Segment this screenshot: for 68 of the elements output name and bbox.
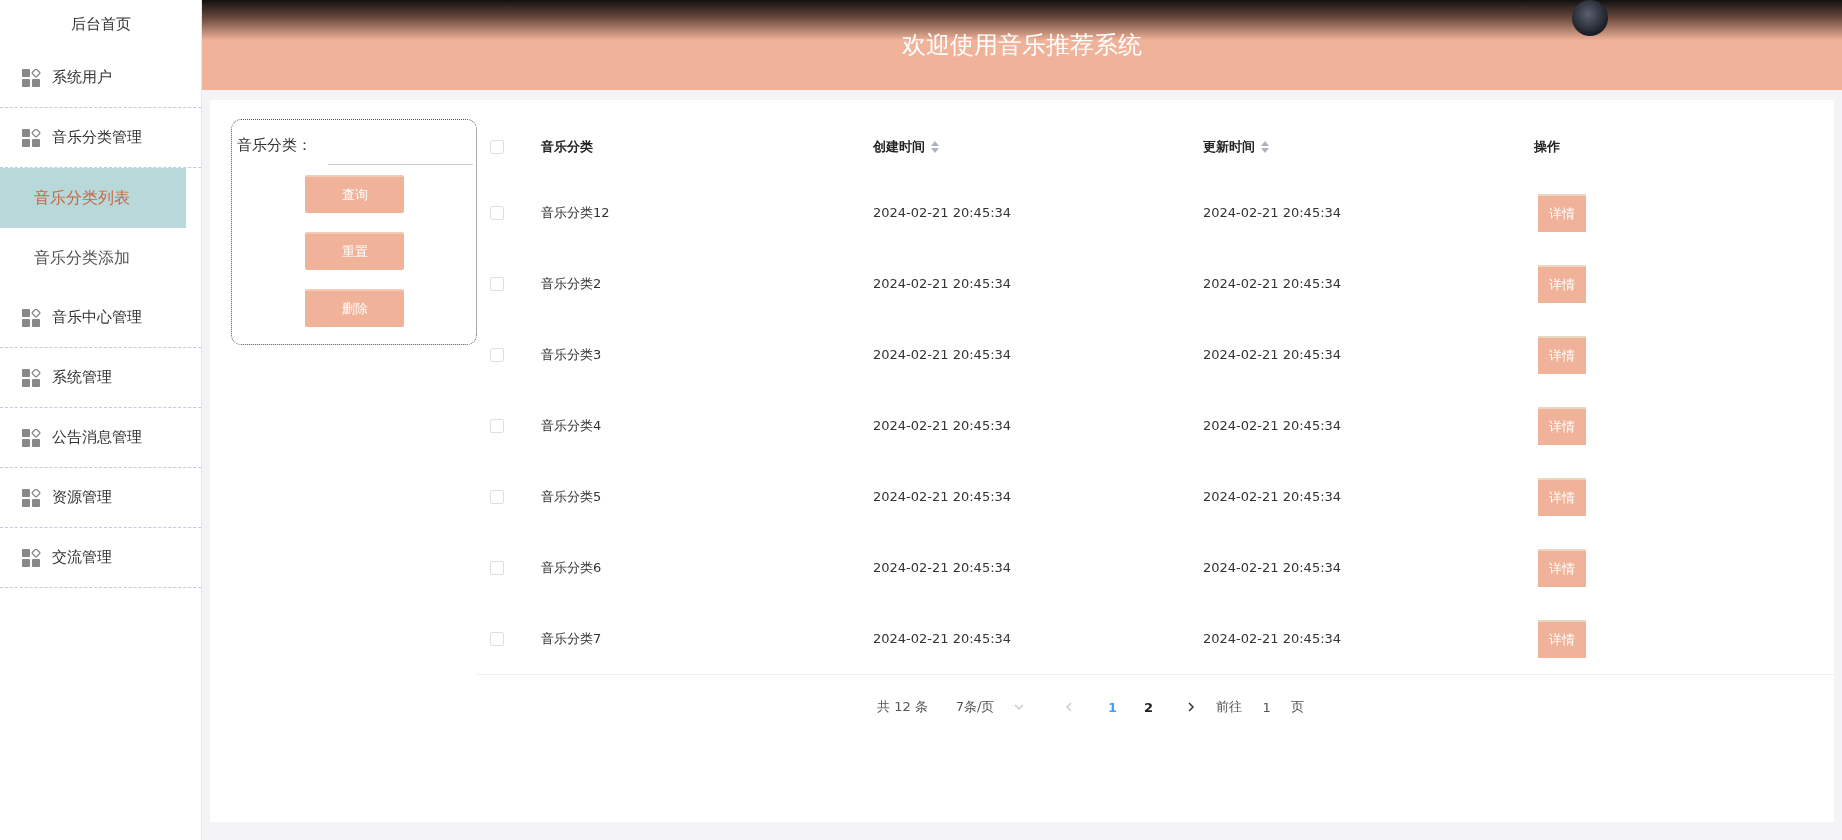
table-cell: 音乐分类6 <box>541 559 602 575</box>
menu-icon <box>22 68 42 87</box>
menu-label: 公告消息管理 <box>52 428 142 447</box>
total-count: 共 12 条 <box>877 698 928 716</box>
table-cell: 2024-02-21 20:45:34 <box>1203 631 1342 646</box>
column-header: 更新时间 <box>1203 138 1255 156</box>
table-cell: 音乐分类3 <box>541 346 602 362</box>
table-cell: 音乐分类12 <box>541 204 610 220</box>
menu-label: 音乐分类管理 <box>52 128 142 147</box>
table-cell: 2024-02-21 20:45:34 <box>873 205 1012 220</box>
table-cell: 音乐分类7 <box>541 630 602 646</box>
menu-icon <box>22 488 42 507</box>
header-title: 欢迎使用音乐推荐系统 <box>902 30 1142 61</box>
avatar[interactable] <box>1572 0 1608 36</box>
table-cell: 2024-02-21 20:45:34 <box>873 347 1012 362</box>
sort-icon[interactable] <box>931 141 939 153</box>
table-cell: 2024-02-21 20:45:34 <box>873 560 1012 575</box>
checkbox[interactable] <box>490 205 504 220</box>
page-input[interactable]: 1 <box>1262 699 1271 715</box>
field-label: 音乐分类： <box>237 136 313 155</box>
checkbox[interactable] <box>490 418 504 433</box>
menu-item[interactable]: 系统管理 <box>0 348 201 408</box>
dropdown-icon[interactable] <box>1014 702 1025 712</box>
column-header: 操作 <box>1534 138 1560 156</box>
column-header: 创建时间 <box>873 138 925 156</box>
menu-label: 系统管理 <box>52 368 112 387</box>
menu-label: 交流管理 <box>52 548 112 567</box>
checkbox[interactable] <box>490 276 504 291</box>
checkbox[interactable] <box>490 631 504 646</box>
menu-item[interactable]: 系统用户 <box>0 48 201 108</box>
menu-icon <box>22 308 42 327</box>
goto-label: 前往 <box>1216 698 1243 716</box>
table-cell: 2024-02-21 20:45:34 <box>873 489 1012 504</box>
submenu-item[interactable]: 音乐分类添加 <box>0 228 186 288</box>
table-cell: 2024-02-21 20:45:34 <box>1203 276 1342 291</box>
menu-label: 资源管理 <box>52 488 112 507</box>
checkbox[interactable] <box>490 347 504 362</box>
page-number[interactable]: 2 <box>1130 699 1167 715</box>
table-cell: 2024-02-21 20:45:34 <box>1203 560 1342 575</box>
menu-icon <box>22 548 42 567</box>
table-cell: 2024-02-21 20:45:34 <box>1203 418 1342 433</box>
table-cell: 音乐分类4 <box>541 417 602 433</box>
table-cell: 2024-02-21 20:45:34 <box>873 276 1012 291</box>
table-cell: 2024-02-21 20:45:34 <box>873 418 1012 433</box>
menu-label: 音乐中心管理 <box>52 308 142 327</box>
checkbox[interactable] <box>490 560 504 575</box>
page-size-select[interactable]: 7条/页 <box>955 698 995 716</box>
menu-item[interactable]: 公告消息管理 <box>0 408 201 468</box>
checkbox[interactable] <box>490 489 504 504</box>
table-cell: 音乐分类2 <box>541 275 602 291</box>
table-cell: 音乐分类5 <box>541 488 602 504</box>
checkbox[interactable] <box>490 140 504 154</box>
menu-icon <box>22 128 42 147</box>
menu-icon <box>22 368 42 387</box>
page-suffix: 页 <box>1290 698 1304 716</box>
sort-icon[interactable] <box>1261 141 1269 153</box>
column-header: 音乐分类 <box>541 138 593 156</box>
table-cell: 2024-02-21 20:45:34 <box>1203 347 1342 362</box>
table-cell: 2024-02-21 20:45:34 <box>1203 205 1342 220</box>
menu-label: 系统用户 <box>52 68 112 87</box>
previous-icon[interactable] <box>1064 702 1075 712</box>
menu-icon <box>22 428 42 447</box>
menu-item[interactable]: 音乐中心管理 <box>0 288 201 348</box>
menu-item[interactable]: 交流管理 <box>0 528 201 588</box>
table-cell: 2024-02-21 20:45:34 <box>873 631 1012 646</box>
menu-item[interactable]: 资源管理 <box>0 468 201 528</box>
table-cell: 2024-02-21 20:45:34 <box>1203 489 1342 504</box>
next-icon[interactable] <box>1186 702 1197 712</box>
